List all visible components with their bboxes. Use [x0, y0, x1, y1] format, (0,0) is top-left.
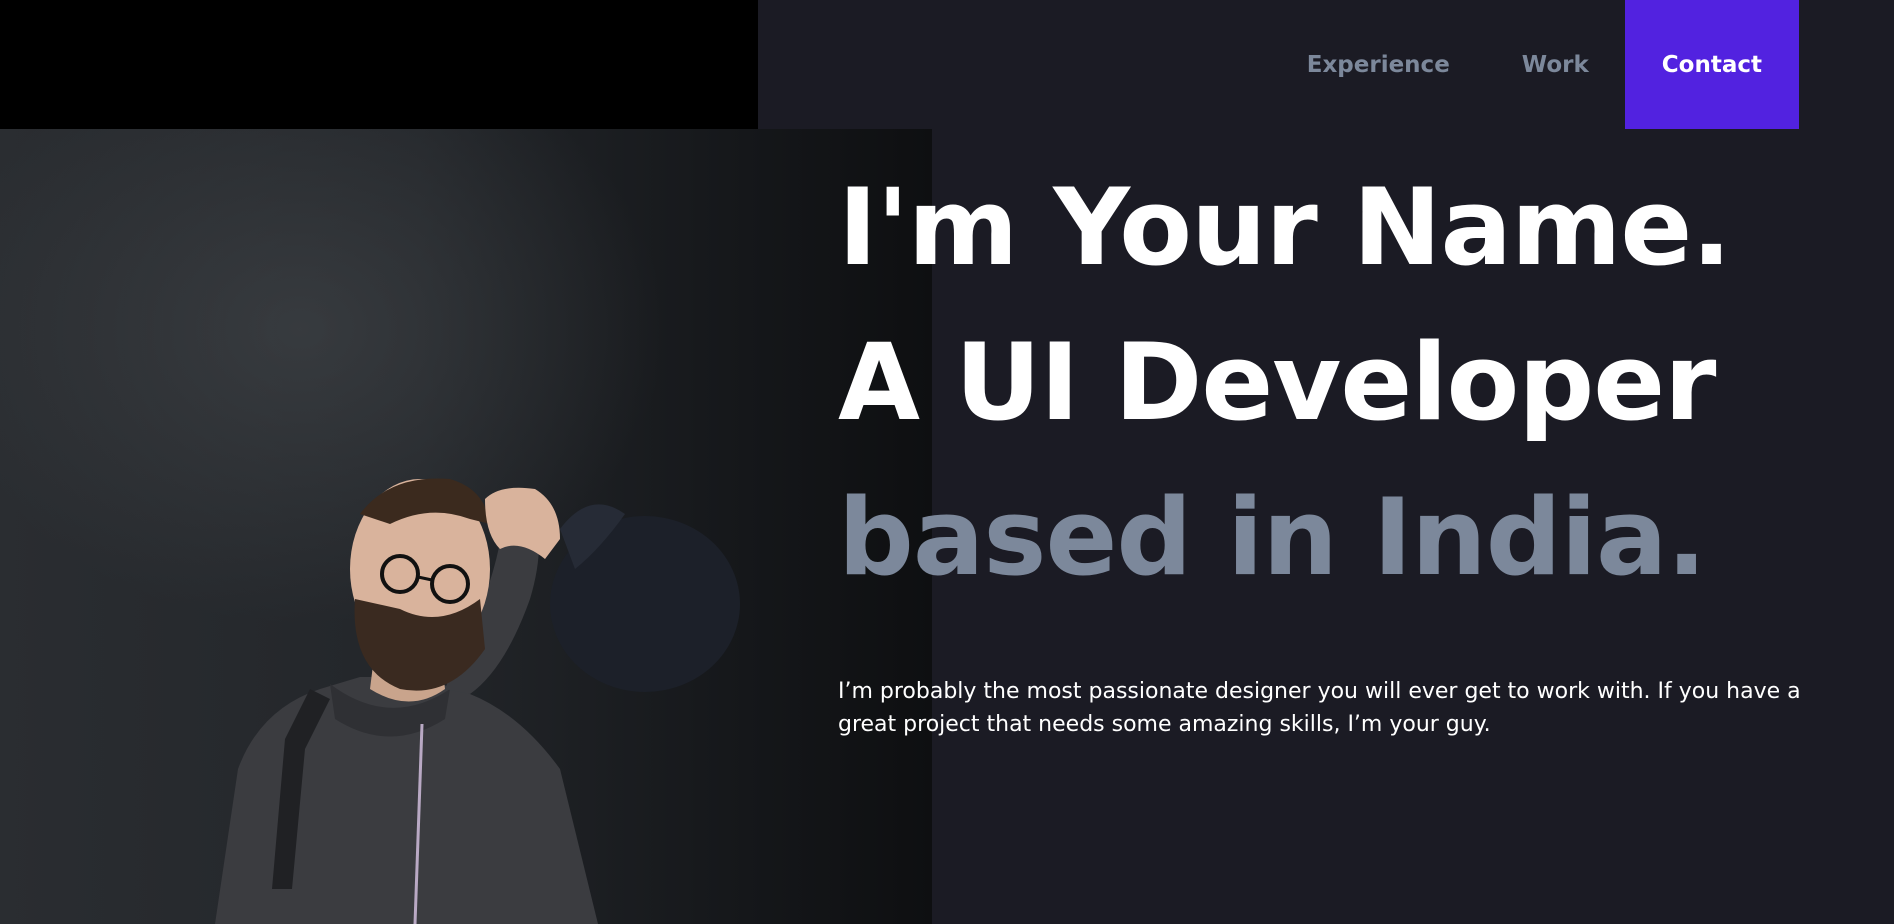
header-black-block: [0, 0, 758, 129]
profile-photo: [0, 129, 932, 924]
nav-link-work[interactable]: Work: [1486, 0, 1625, 129]
hero-line-role: A UI Developer: [838, 321, 1716, 444]
hero-description: I’m probably the most passionate designe…: [838, 679, 1801, 737]
hero-line-name: I'm Your Name.: [838, 166, 1732, 289]
hero-line-location: based in India.: [838, 476, 1707, 599]
nav-link-contact[interactable]: Contact: [1624, 0, 1799, 129]
page: Experience Work Contact I'm Your Name. A…: [0, 0, 1894, 924]
hero-section: I'm Your Name. A UI Developer based in I…: [838, 150, 1848, 741]
person-illustration: [215, 478, 740, 924]
main-nav: Experience Work Contact: [1271, 0, 1799, 129]
hero-heading: I'm Your Name. A UI Developer based in I…: [838, 150, 1848, 615]
nav-link-experience[interactable]: Experience: [1271, 0, 1486, 129]
